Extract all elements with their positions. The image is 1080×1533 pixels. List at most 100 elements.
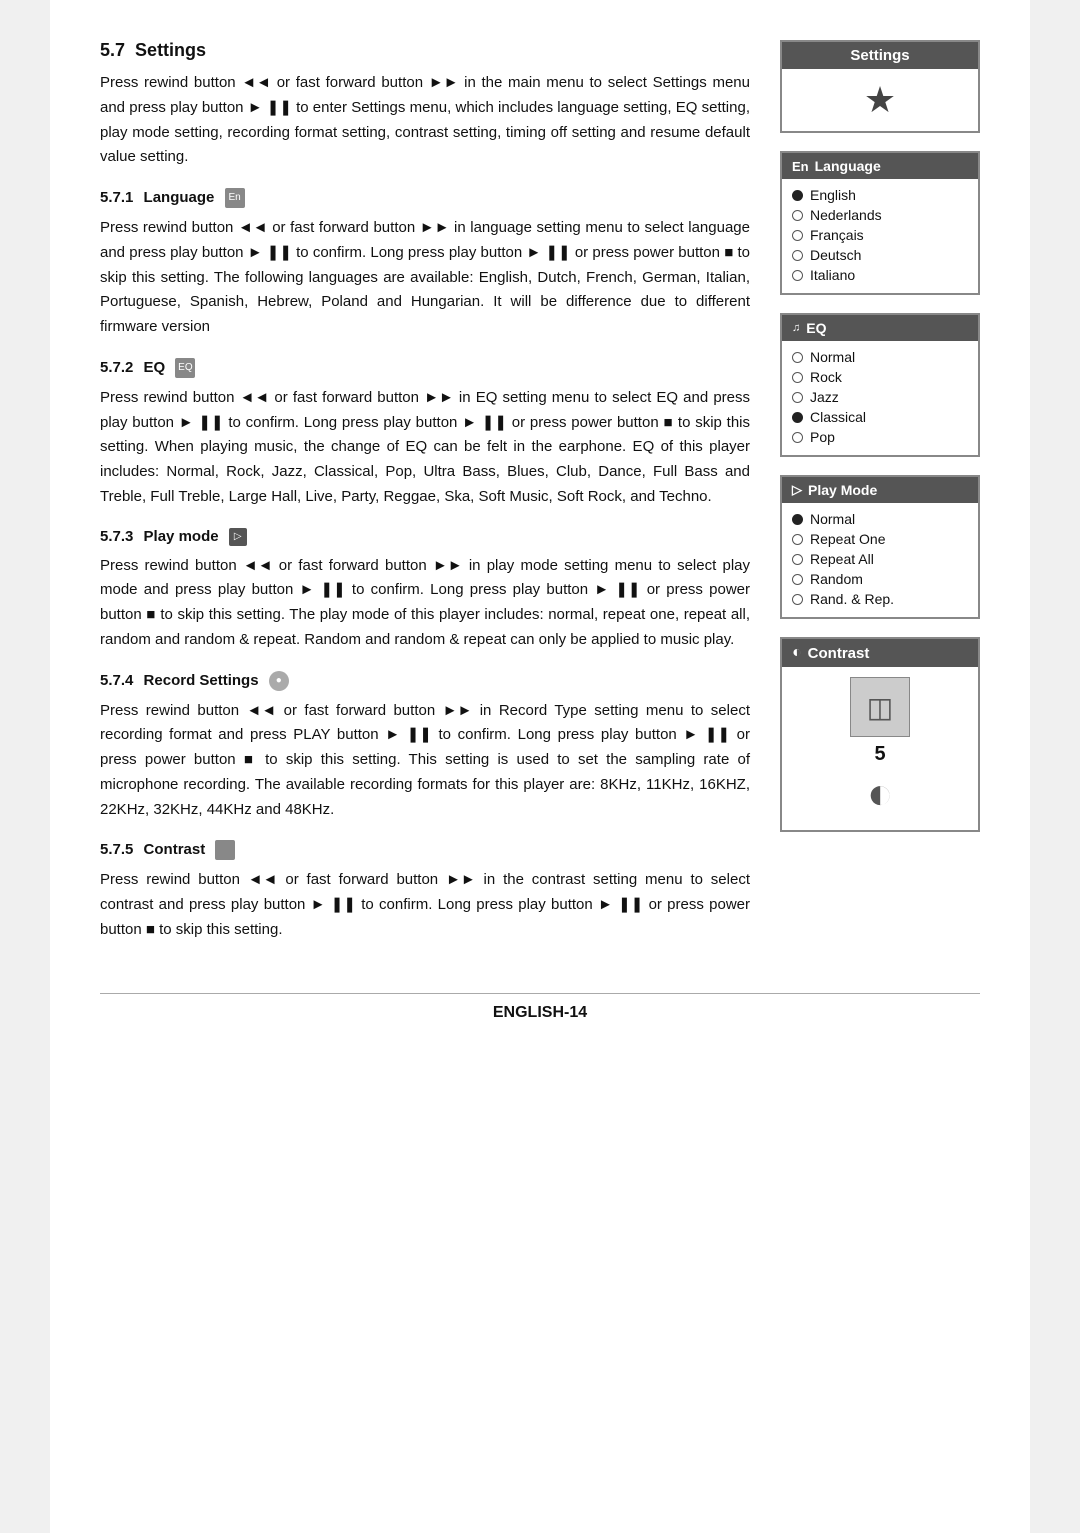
playmode-header-icon: ▷: [792, 482, 802, 498]
language-radio-3: [792, 250, 803, 261]
subsection-572: 5.7.2 EQ EQ: [100, 358, 750, 378]
contrast-value: 5: [874, 743, 885, 766]
subsection-571-number: 5.7.1: [100, 189, 133, 206]
language-box-header: En Language: [782, 153, 978, 179]
language-radio-4: [792, 270, 803, 281]
language-radio-2: [792, 230, 803, 241]
page: 5.7 Settings Press rewind button ◄◄ or f…: [50, 0, 1030, 1533]
playmode-label-1: Repeat One: [810, 531, 886, 547]
settings-box-body: ★: [782, 69, 978, 131]
subsection-573-number: 5.7.3: [100, 528, 133, 545]
section-title: 5.7 Settings: [100, 40, 750, 61]
subsection-571-body: Press rewind button ◄◄ or fast forward b…: [100, 216, 750, 340]
language-option-3: Deutsch: [792, 245, 968, 265]
eq-box-header: ♫ EQ: [782, 315, 978, 341]
eq-header-icon: ♫: [792, 322, 800, 334]
subsection-574-title: Record Settings: [144, 672, 259, 689]
eq-label-1: Rock: [810, 369, 842, 385]
record-icon: ●: [269, 671, 289, 691]
subsection-574-number: 5.7.4: [100, 672, 133, 689]
subsection-573-title: Play mode: [144, 528, 219, 545]
eq-radio-1: [792, 372, 803, 383]
playmode-label-2: Repeat All: [810, 551, 874, 567]
eq-radio-4: [792, 432, 803, 443]
playmode-box-title: Play Mode: [808, 482, 877, 498]
contrast-ui-box: ◐ Contrast ◫ 5 ◐: [780, 637, 980, 832]
language-icon: En: [225, 188, 245, 208]
eq-box-title: EQ: [806, 320, 826, 336]
subsection-572-number: 5.7.2: [100, 359, 133, 376]
playmode-icon: ▷: [229, 528, 247, 546]
playmode-box-header: ▷ Play Mode: [782, 477, 978, 503]
language-option-2: Français: [792, 225, 968, 245]
playmode-radio-3: [792, 574, 803, 585]
eq-radio-0: [792, 352, 803, 363]
contrast-thumb-icon: ◫: [867, 691, 893, 724]
language-label-3: Deutsch: [810, 247, 861, 263]
language-box-title: Language: [815, 158, 881, 174]
eq-option-2: Jazz: [792, 387, 968, 407]
eq-label-4: Pop: [810, 429, 835, 445]
contrast-box-header: ◐ Contrast: [782, 639, 978, 667]
eq-ui-box: ♫ EQ Normal Rock Jazz: [780, 313, 980, 457]
eq-label-0: Normal: [810, 349, 855, 365]
settings-star-icon: ★: [864, 79, 896, 121]
eq-option-1: Rock: [792, 367, 968, 387]
language-option-4: Italiano: [792, 265, 968, 285]
playmode-box-body: Normal Repeat One Repeat All Random: [782, 503, 978, 617]
eq-icon: EQ: [175, 358, 195, 378]
playmode-option-1: Repeat One: [792, 529, 968, 549]
eq-option-3: Classical: [792, 407, 968, 427]
eq-label-3: Classical: [810, 409, 866, 425]
contrast-header-icon: ◐: [792, 644, 802, 662]
playmode-label-3: Random: [810, 571, 863, 587]
playmode-option-2: Repeat All: [792, 549, 968, 569]
section-intro: Press rewind button ◄◄ or fast forward b…: [100, 71, 750, 170]
subsection-574: 5.7.4 Record Settings ●: [100, 671, 750, 691]
playmode-option-0: Normal: [792, 509, 968, 529]
language-header-icon: En: [792, 159, 809, 174]
language-box-body: English Nederlands Français Deutsch: [782, 179, 978, 293]
contrast-thumb-image: ◫: [850, 677, 910, 737]
footer-text: ENGLISH-14: [493, 1004, 587, 1021]
eq-box-body: Normal Rock Jazz Classical: [782, 341, 978, 455]
contrast-icon: [215, 840, 235, 860]
page-footer: ENGLISH-14: [100, 993, 980, 1022]
subsection-571-title: Language: [144, 189, 215, 206]
language-label-4: Italiano: [810, 267, 855, 283]
language-label-2: Français: [810, 227, 864, 243]
language-radio-1: [792, 210, 803, 221]
subsection-575-body: Press rewind button ◄◄ or fast forward b…: [100, 868, 750, 942]
playmode-option-3: Random: [792, 569, 968, 589]
subsection-575-number: 5.7.5: [100, 841, 133, 858]
subsection-571: 5.7.1 Language En: [100, 188, 750, 208]
contrast-box-title: Contrast: [808, 645, 870, 662]
subsection-573: 5.7.3 Play mode ▷: [100, 528, 750, 546]
contrast-box-body: ◫ 5 ◐: [782, 667, 978, 830]
subsection-573-body: Press rewind button ◄◄ or fast forward b…: [100, 554, 750, 653]
eq-radio-3: [792, 412, 803, 423]
subsection-572-body: Press rewind button ◄◄ or fast forward b…: [100, 386, 750, 510]
eq-option-4: Pop: [792, 427, 968, 447]
language-label-1: Nederlands: [810, 207, 882, 223]
ui-panels: Settings ★ En Language English: [770, 40, 980, 832]
section-heading: Settings: [135, 40, 206, 60]
playmode-radio-1: [792, 534, 803, 545]
playmode-ui-box: ▷ Play Mode Normal Repeat One Repeat All: [780, 475, 980, 619]
subsection-575-title: Contrast: [144, 841, 206, 858]
language-label-0: English: [810, 187, 856, 203]
language-option-1: Nederlands: [792, 205, 968, 225]
subsection-572-title: EQ: [144, 359, 166, 376]
language-option-0: English: [792, 185, 968, 205]
language-radio-0: [792, 190, 803, 201]
playmode-radio-0: [792, 514, 803, 525]
subsection-574-body: Press rewind button ◄◄ or fast forward b…: [100, 699, 750, 823]
settings-ui-box: Settings ★: [780, 40, 980, 133]
eq-label-2: Jazz: [810, 389, 839, 405]
language-ui-box: En Language English Nederlands Français: [780, 151, 980, 295]
playmode-label-0: Normal: [810, 511, 855, 527]
section-number: 5.7: [100, 40, 125, 60]
playmode-option-4: Rand. & Rep.: [792, 589, 968, 609]
playmode-radio-4: [792, 594, 803, 605]
settings-box-header: Settings: [782, 42, 978, 69]
